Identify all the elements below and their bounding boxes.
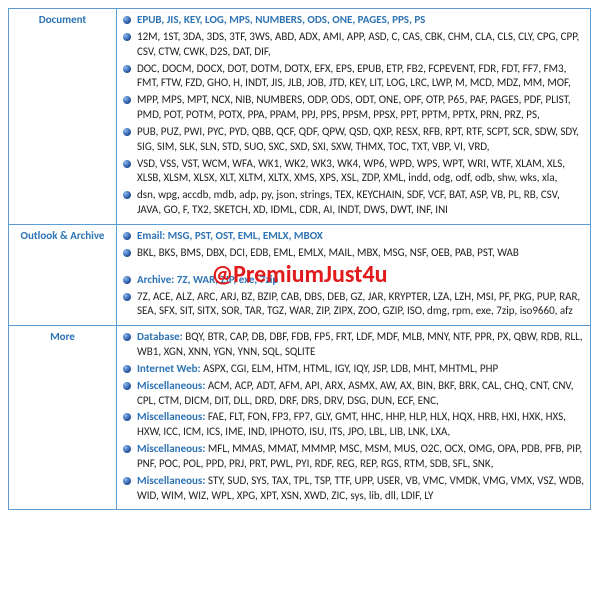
bullet-text: Archive: 7Z, WAR, ZIP, exe, 7zip bbox=[137, 273, 584, 288]
item-heading: Miscellaneous: bbox=[137, 442, 208, 455]
bullet-row: VSD, VSS, VST, WCM, WFA, WK1, WK2, WK3, … bbox=[123, 157, 584, 187]
section-label: Outlook & Archive bbox=[9, 224, 117, 325]
bullet-icon bbox=[123, 333, 131, 341]
bullet-icon bbox=[123, 365, 131, 373]
bullet-text: Miscellaneous: MFL, MMAS, MMAT, MMMP, MS… bbox=[137, 442, 584, 472]
bullet-row: Miscellaneous: ACM, ACP, ADT, AFM, API, … bbox=[123, 379, 584, 409]
item-body: 12M, 1ST, 3DA, 3DS, 3TF, 3WS, ABD, ADX, … bbox=[137, 30, 579, 58]
item-body: BKL, BKS, BMS, DBX, DCI, EDB, EML, EMLX,… bbox=[137, 246, 519, 259]
bullet-row: Database: BQY, BTR, CAP, DB, DBF, FDB, F… bbox=[123, 330, 584, 360]
section-label: More bbox=[9, 326, 117, 510]
bullet-row: Internet Web: ASPX, CGI, ELM, HTM, HTML,… bbox=[123, 362, 584, 377]
bullet-text: DOC, DOCM, DOCX, DOT, DOTM, DOTX, EFX, E… bbox=[137, 62, 584, 92]
bullet-icon bbox=[123, 232, 131, 240]
bullet-icon bbox=[123, 96, 131, 104]
bullet-row: dsn, wpg, accdb, mdb, adp, py, json, str… bbox=[123, 188, 584, 218]
bullet-row: BKL, BKS, BMS, DBX, DCI, EDB, EML, EMLX,… bbox=[123, 246, 584, 261]
section-content: EPUB, JIS, KEY, LOG, MPS, NUMBERS, ODS, … bbox=[117, 9, 591, 225]
bullet-text: dsn, wpg, accdb, mdb, adp, py, json, str… bbox=[137, 188, 584, 218]
bullet-row: Miscellaneous: MFL, MMAS, MMAT, MMMP, MS… bbox=[123, 442, 584, 472]
bullet-icon bbox=[123, 382, 131, 390]
bullet-icon bbox=[123, 128, 131, 136]
bullet-icon bbox=[123, 413, 131, 421]
formats-table: Document EPUB, JIS, KEY, LOG, MPS, NUMBER… bbox=[8, 8, 591, 510]
item-heading: Email: MSG, PST, OST, EML, EMLX, MBOX bbox=[137, 229, 323, 242]
item-body: ASPX, CGI, ELM, HTM, HTML, IGY, IQY, JSP… bbox=[203, 362, 498, 375]
bullet-icon bbox=[123, 293, 131, 301]
bullet-row: Miscellaneous: STY, SUD, SYS, TAX, TPL, … bbox=[123, 474, 584, 504]
bullet-text: Internet Web: ASPX, CGI, ELM, HTM, HTML,… bbox=[137, 362, 584, 377]
bullet-icon bbox=[123, 33, 131, 41]
bullet-icon bbox=[123, 16, 131, 24]
bullet-icon bbox=[123, 160, 131, 168]
item-heading: Internet Web: bbox=[137, 362, 203, 375]
bullet-text: Database: BQY, BTR, CAP, DB, DBF, FDB, F… bbox=[137, 330, 584, 360]
item-heading: EPUB, JIS, KEY, LOG, MPS, NUMBERS, ODS, … bbox=[137, 13, 425, 26]
item-heading: Miscellaneous: bbox=[137, 410, 208, 423]
bullet-text: VSD, VSS, VST, WCM, WFA, WK1, WK2, WK3, … bbox=[137, 157, 584, 187]
bullet-text: EPUB, JIS, KEY, LOG, MPS, NUMBERS, ODS, … bbox=[137, 13, 584, 28]
bullet-icon bbox=[123, 276, 131, 284]
item-body: dsn, wpg, accdb, mdb, adp, py, json, str… bbox=[137, 188, 560, 216]
item-body: DOC, DOCM, DOCX, DOT, DOTM, DOTX, EFX, E… bbox=[137, 62, 571, 90]
bullet-icon bbox=[123, 445, 131, 453]
item-heading: Miscellaneous: bbox=[137, 474, 208, 487]
bullet-text: PUB, PUZ, PWI, PYC, PYD, QBB, QCF, QDF, … bbox=[137, 125, 584, 155]
section-label: Document bbox=[9, 9, 117, 225]
bullet-row: DOC, DOCM, DOCX, DOT, DOTM, DOTX, EFX, E… bbox=[123, 62, 584, 92]
item-heading: Archive: 7Z, WAR, ZIP, exe, 7zip bbox=[137, 273, 278, 286]
bullet-row: EPUB, JIS, KEY, LOG, MPS, NUMBERS, ODS, … bbox=[123, 13, 584, 28]
bullet-text: 7Z, ACE, ALZ, ARC, ARJ, BZ, BZIP, CAB, D… bbox=[137, 290, 584, 320]
bullet-text: Miscellaneous: STY, SUD, SYS, TAX, TPL, … bbox=[137, 474, 584, 504]
bullet-icon bbox=[123, 65, 131, 73]
bullet-text: Miscellaneous: FAE, FLT, FON, FP3, FP7, … bbox=[137, 410, 584, 440]
section-content: Database: BQY, BTR, CAP, DB, DBF, FDB, F… bbox=[117, 326, 591, 510]
item-heading: Miscellaneous: bbox=[137, 379, 208, 392]
bullet-text: MPP, MPS, MPT, NCX, NIB, NUMBERS, ODP, O… bbox=[137, 93, 584, 123]
section-content: Email: MSG, PST, OST, EML, EMLX, MBOX BKL… bbox=[117, 224, 591, 325]
bullet-row: 7Z, ACE, ALZ, ARC, ARJ, BZ, BZIP, CAB, D… bbox=[123, 290, 584, 320]
bullet-icon bbox=[123, 249, 131, 257]
bullet-row: Archive: 7Z, WAR, ZIP, exe, 7zip bbox=[123, 273, 584, 288]
bullet-text: BKL, BKS, BMS, DBX, DCI, EDB, EML, EMLX,… bbox=[137, 246, 584, 261]
bullet-text: Miscellaneous: ACM, ACP, ADT, AFM, API, … bbox=[137, 379, 584, 409]
bullet-text: Email: MSG, PST, OST, EML, EMLX, MBOX bbox=[137, 229, 584, 244]
bullet-row: 12M, 1ST, 3DA, 3DS, 3TF, 3WS, ABD, ADX, … bbox=[123, 30, 584, 60]
item-body: BQY, BTR, CAP, DB, DBF, FDB, FP5, FRT, L… bbox=[137, 330, 583, 358]
bullet-icon bbox=[123, 477, 131, 485]
item-body: 7Z, ACE, ALZ, ARC, ARJ, BZ, BZIP, CAB, D… bbox=[137, 290, 580, 318]
bullet-row: MPP, MPS, MPT, NCX, NIB, NUMBERS, ODP, O… bbox=[123, 93, 584, 123]
item-body: MPP, MPS, MPT, NCX, NIB, NUMBERS, ODP, O… bbox=[137, 93, 571, 121]
bullet-row: Miscellaneous: FAE, FLT, FON, FP3, FP7, … bbox=[123, 410, 584, 440]
bullet-row: PUB, PUZ, PWI, PYC, PYD, QBB, QCF, QDF, … bbox=[123, 125, 584, 155]
bullet-text: 12M, 1ST, 3DA, 3DS, 3TF, 3WS, ABD, ADX, … bbox=[137, 30, 584, 60]
item-body: PUB, PUZ, PWI, PYC, PYD, QBB, QCF, QDF, … bbox=[137, 125, 579, 153]
bullet-row: Email: MSG, PST, OST, EML, EMLX, MBOX bbox=[123, 229, 584, 244]
bullet-icon bbox=[123, 191, 131, 199]
item-body: VSD, VSS, VST, WCM, WFA, WK1, WK2, WK3, … bbox=[137, 157, 565, 185]
item-heading: Database: bbox=[137, 330, 185, 343]
